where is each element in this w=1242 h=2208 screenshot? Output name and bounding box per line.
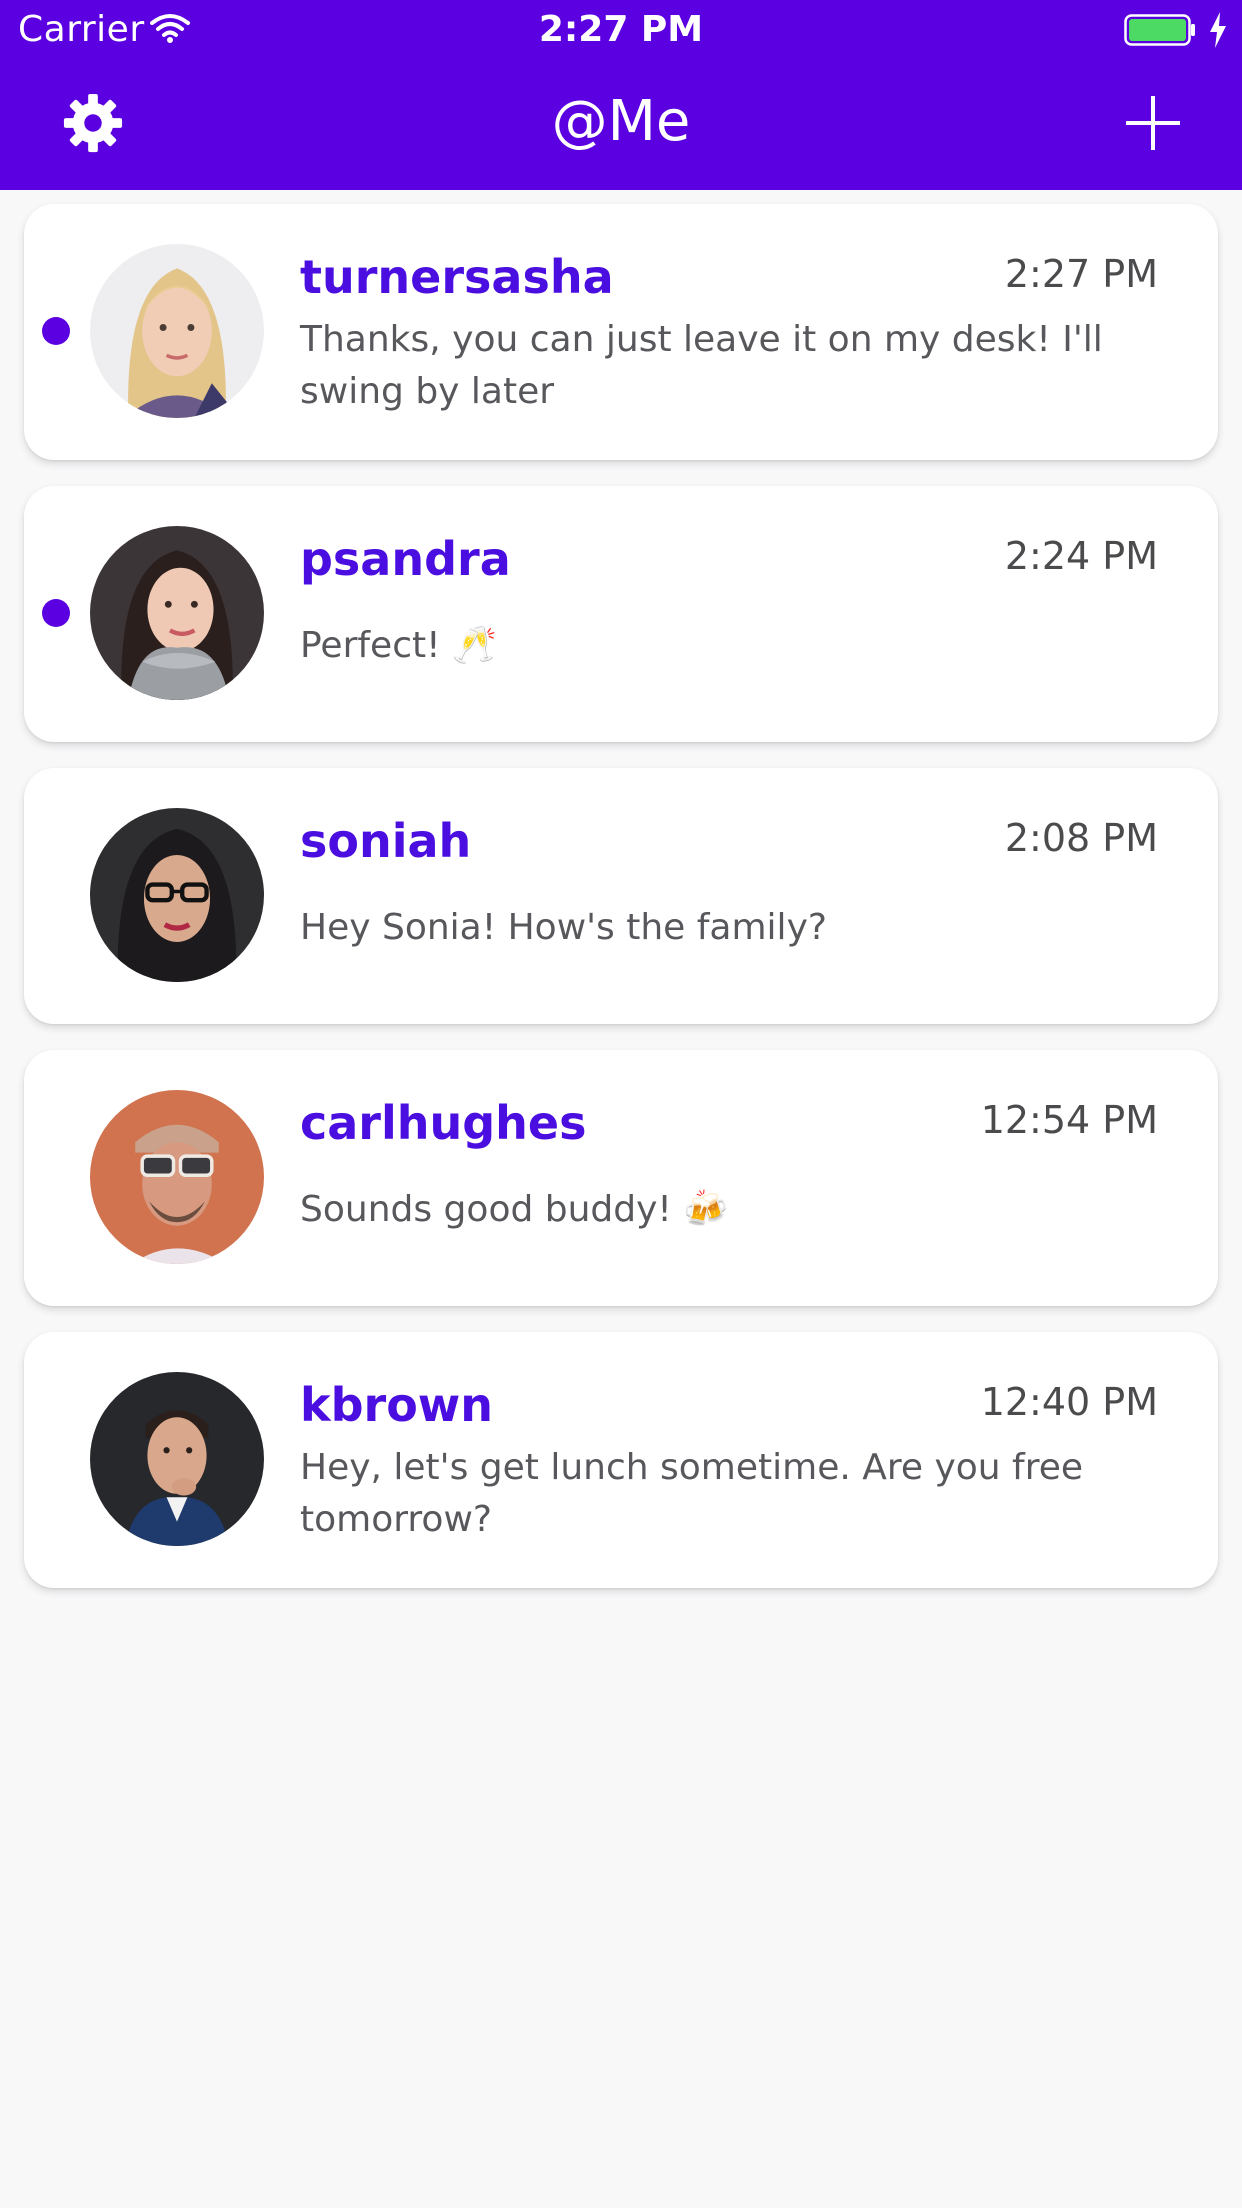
conversation-message: Perfect! 🥂 (300, 625, 497, 666)
conversation-message: Hey Sonia! How's the family? (300, 907, 827, 948)
conversation-username: soniah (300, 814, 472, 868)
conversation-message: Hey, let's get lunch sometime. Are you f… (300, 1447, 1084, 1540)
avatar-kbrown (90, 1372, 264, 1546)
avatar-psandra (90, 526, 264, 700)
avatar-image (90, 1372, 264, 1546)
conversation-time: 12:40 PM (980, 1380, 1158, 1424)
conversation-username: kbrown (300, 1378, 494, 1432)
conversation-card-psandra[interactable]: psandra 2:24 PM Perfect! 🥂 (24, 486, 1218, 742)
conversation-message: Sounds good buddy! 🍻 (300, 1189, 729, 1230)
avatar-soniah (90, 808, 264, 982)
conversation-card-carlhughes[interactable]: carlhughes 12:54 PM Sounds good buddy! 🍻 (24, 1050, 1218, 1306)
status-bar: Carrier 2:27 PM (0, 0, 1242, 60)
avatar-image (90, 526, 264, 700)
conversation-card-turnersasha[interactable]: turnersasha 2:27 PM Thanks, you can just… (24, 204, 1218, 460)
conversation-username: psandra (300, 532, 511, 586)
battery-icon (1124, 14, 1195, 46)
conversation-message: Thanks, you can just leave it on my desk… (300, 319, 1103, 412)
conversation-time: 2:27 PM (1004, 252, 1158, 296)
unread-indicator (42, 317, 70, 345)
plus-icon[interactable] (1124, 94, 1182, 152)
conversation-list: turnersasha 2:27 PM Thanks, you can just… (24, 204, 1218, 1614)
app-root: Carrier 2:27 PM @Me turnersasha 2:27 PM … (0, 0, 1242, 2208)
conversation-time: 2:24 PM (1004, 534, 1158, 578)
avatar-carlhughes (90, 1090, 264, 1264)
conversation-username: carlhughes (300, 1096, 587, 1150)
conversation-time: 2:08 PM (1004, 816, 1158, 860)
avatar-image (90, 244, 264, 418)
unread-indicator (42, 599, 70, 627)
navigation-bar: @Me (0, 60, 1242, 190)
avatar-turnersasha (90, 244, 264, 418)
conversation-time: 12:54 PM (980, 1098, 1158, 1142)
avatar-image (90, 1090, 264, 1264)
conversation-card-kbrown[interactable]: kbrown 12:40 PM Hey, let's get lunch som… (24, 1332, 1218, 1588)
conversation-username: turnersasha (300, 250, 614, 304)
avatar-image (90, 808, 264, 982)
charging-bolt-icon (1210, 12, 1226, 48)
top-bar: Carrier 2:27 PM @Me (0, 0, 1242, 190)
status-time: 2:27 PM (538, 9, 704, 50)
page-title: @Me (551, 89, 691, 154)
conversation-card-soniah[interactable]: soniah 2:08 PM Hey Sonia! How's the fami… (24, 768, 1218, 1024)
